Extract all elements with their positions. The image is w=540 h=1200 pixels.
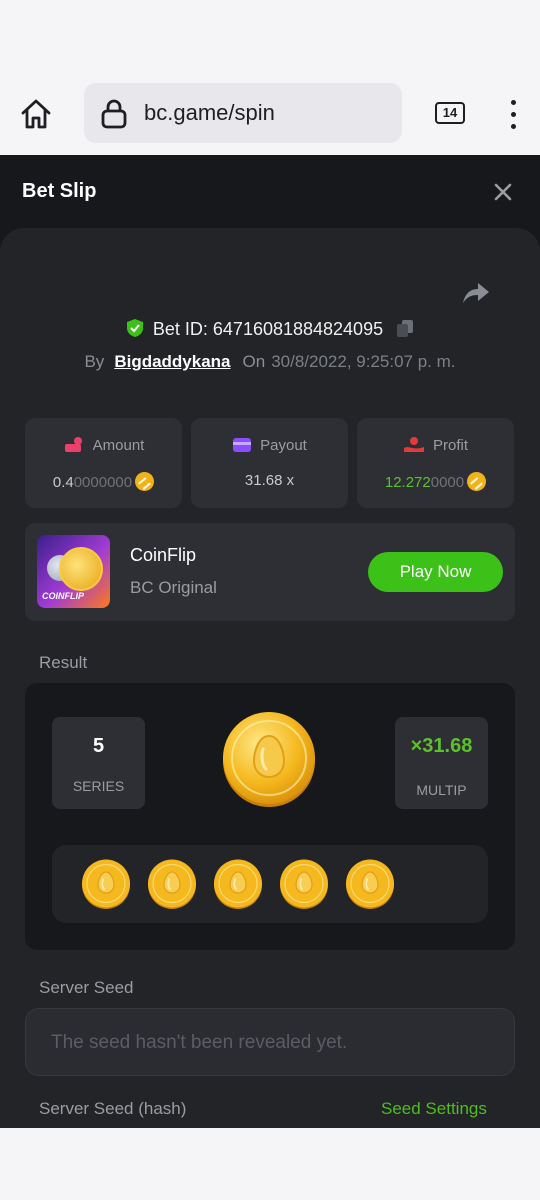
game-card: COINFLIP CoinFlip BC Original Play Now xyxy=(25,523,515,621)
result-coin-icon xyxy=(223,712,315,807)
home-icon[interactable] xyxy=(18,96,54,132)
series-coin-icon xyxy=(82,859,130,909)
series-label: SERIES xyxy=(72,778,125,794)
seed-settings-link[interactable]: Seed Settings xyxy=(381,1099,487,1119)
profit-label: Profit xyxy=(432,437,468,454)
browser-toolbar: bc.game/spin 14 xyxy=(0,78,540,155)
server-seed-field: The seed hasn't been revealed yet. xyxy=(25,1008,515,1076)
overflow-menu-icon[interactable] xyxy=(502,96,524,132)
bet-author-row: By Bigdaddykana On 30/8/2022, 9:25:07 p. m. xyxy=(0,352,540,372)
by-label: By xyxy=(84,352,105,371)
username-link[interactable]: Bigdaddykana xyxy=(114,352,230,371)
game-name: CoinFlip xyxy=(130,545,197,565)
series-coin-icon xyxy=(148,859,196,909)
page-title: Bet Slip xyxy=(22,180,97,202)
coin-series-row xyxy=(52,845,488,923)
multiplier-label: MULTIP xyxy=(416,782,467,798)
series-coin-icon xyxy=(346,859,394,909)
multiplier-box: ×31.68 MULTIP xyxy=(395,717,488,809)
profit-icon xyxy=(403,437,424,452)
status-area xyxy=(0,0,540,78)
result-heading: Result xyxy=(39,653,88,672)
server-seed-label: Server Seed xyxy=(39,978,134,997)
result-panel: 5 SERIES ×31.68 MULTIP xyxy=(25,683,515,950)
play-now-button[interactable]: Play Now xyxy=(368,552,503,592)
amount-value: 0.40000000 xyxy=(25,472,182,491)
verified-shield-icon xyxy=(126,319,143,337)
profit-value-main: 12.272 xyxy=(384,474,431,491)
payout-icon xyxy=(233,438,252,452)
share-icon[interactable] xyxy=(462,281,490,305)
payout-card: Payout 31.68 x xyxy=(191,418,348,508)
profit-value-decimals: 0000 xyxy=(430,474,465,491)
coinflip-thumbnail[interactable]: COINFLIP xyxy=(37,535,110,608)
amount-card: Amount 0.40000000 xyxy=(25,418,182,508)
payout-value: 31.68 x xyxy=(244,472,295,489)
amount-icon xyxy=(64,437,82,452)
profit-value: 12.2720000 xyxy=(357,472,514,491)
series-coin-icon xyxy=(214,859,262,909)
bet-slip-screen: Bet Slip Bet ID: 64716081884824095 By Big… xyxy=(0,155,540,1128)
currency-coin-icon xyxy=(135,472,155,491)
payout-label: Payout xyxy=(260,437,307,454)
address-bar[interactable]: bc.game/spin xyxy=(84,83,402,143)
bet-id-row: Bet ID: 64716081884824095 xyxy=(0,318,540,340)
amount-value-main: 0.4 xyxy=(52,474,74,491)
amount-value-decimals: 0000000 xyxy=(73,474,133,491)
on-label: On xyxy=(242,352,266,371)
bet-datetime: 30/8/2022, 9:25:07 p. m. xyxy=(271,352,456,371)
close-icon[interactable] xyxy=(492,181,514,203)
currency-coin-icon xyxy=(467,472,487,491)
bet-id: Bet ID: 64716081884824095 xyxy=(152,319,384,339)
server-seed-placeholder: The seed hasn't been revealed yet. xyxy=(51,1032,348,1053)
series-coin-icon xyxy=(280,859,328,909)
series-value: 5 xyxy=(92,735,105,757)
system-nav-area xyxy=(0,1128,540,1200)
server-seed-hash-label: Server Seed (hash) xyxy=(39,1099,187,1118)
amount-label: Amount xyxy=(92,437,145,454)
tab-switcher-button[interactable]: 14 xyxy=(435,102,465,124)
game-provider: BC Original xyxy=(130,578,217,597)
copy-icon[interactable] xyxy=(395,318,415,338)
multiplier-value: ×31.68 xyxy=(410,735,473,757)
thumbnail-text: COINFLIP xyxy=(42,591,84,601)
series-box: 5 SERIES xyxy=(52,717,145,809)
lock-icon xyxy=(100,99,128,129)
profit-card: Profit 12.2720000 xyxy=(357,418,514,508)
url-text: bc.game/spin xyxy=(144,100,275,125)
